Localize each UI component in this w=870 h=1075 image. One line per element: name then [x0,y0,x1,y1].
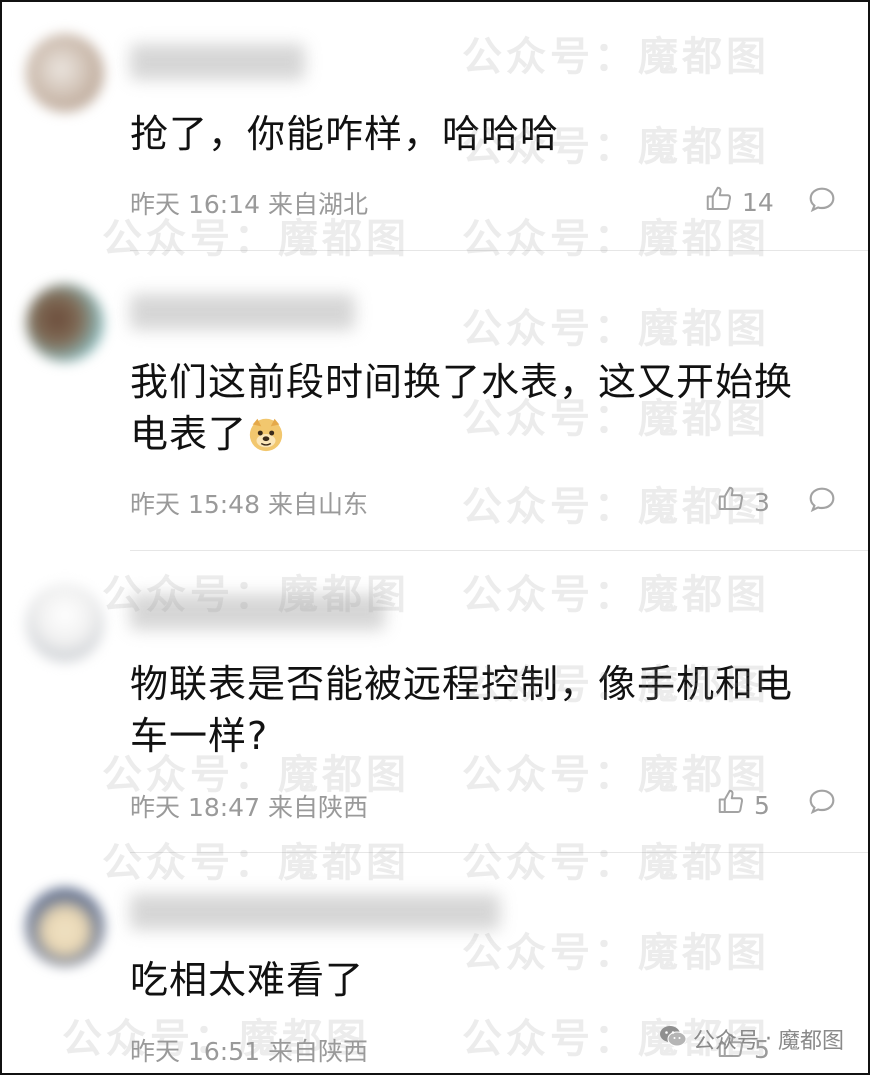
comment-bubble-icon [809,789,835,815]
wechat-icon [659,1024,687,1054]
comment-item-3: 物联表是否能被远程控制，像手机和电 车一样? 昨天 18:47 来自陕西 5 [2,552,868,854]
reply-button[interactable] [806,184,838,216]
like-button[interactable]: 14 [704,184,774,220]
comment-item-1: 抢了，你能咋样，哈哈哈 昨天 16:14 来自湖北 14 [2,2,868,252]
comment-location: 来自湖北 [267,190,368,219]
comment-timestamp: 昨天 16:14 [130,190,260,219]
like-count: 14 [742,187,774,217]
comment-bubble-icon [809,187,835,213]
thumbs-up-icon [716,787,746,823]
avatar[interactable] [26,888,104,966]
like-button[interactable]: 5 [716,787,770,823]
username[interactable] [130,594,385,630]
comment-list: 抢了，你能咋样，哈哈哈 昨天 16:14 来自湖北 14 我们这前段时间换了水表… [0,0,870,1075]
divider [130,550,868,551]
comment-meta: 昨天 18:47 来自陕西 [130,788,368,824]
comment-item-2: 我们这前段时间换了水表，这又开始换 电表了 昨天 15:48 来自山东 3 [2,252,868,552]
comment-timestamp: 昨天 15:48 [130,490,260,519]
badge-name: 魔都图 [777,1029,844,1054]
comment-timestamp: 昨天 18:47 [130,793,260,822]
divider [130,250,868,251]
like-count: 5 [754,790,770,820]
badge-dot: · [764,1026,772,1052]
thumbs-up-icon [716,484,746,520]
comment-meta: 昨天 16:14 来自湖北 [130,185,368,221]
comment-text: 我们这前段时间换了水表，这又开始换 电表了 [130,360,794,456]
doge-emoji-icon [247,414,285,452]
comment-text: 物联表是否能被远程控制，像手机和电 车一样? [130,662,794,758]
like-button[interactable]: 3 [716,484,770,520]
comment-timestamp: 昨天 16:51 [130,1037,260,1066]
username[interactable] [130,894,500,930]
avatar[interactable] [26,584,104,662]
reply-button[interactable] [806,786,838,818]
comment-location: 来自陕西 [267,1037,368,1066]
source-badge: 公众号 · 魔都图 [659,1023,844,1055]
badge-prefix: 公众号 [692,1029,759,1054]
comment-meta: 昨天 16:51 来自陕西 [130,1032,368,1068]
comment-meta: 昨天 15:48 来自山东 [130,485,368,521]
divider [130,852,868,853]
comment-bubble-icon [809,487,835,513]
comment-location: 来自陕西 [267,793,368,822]
comment-text: 吃相太难看了 [130,958,365,1002]
avatar[interactable] [26,34,104,112]
comment-location: 来自山东 [267,490,368,519]
username[interactable] [130,294,355,330]
comment-text: 抢了，你能咋样，哈哈哈 [130,112,560,156]
thumbs-up-icon [704,184,734,220]
avatar[interactable] [26,284,104,362]
reply-button[interactable] [806,484,838,516]
like-count: 3 [754,487,770,517]
username[interactable] [130,44,305,80]
